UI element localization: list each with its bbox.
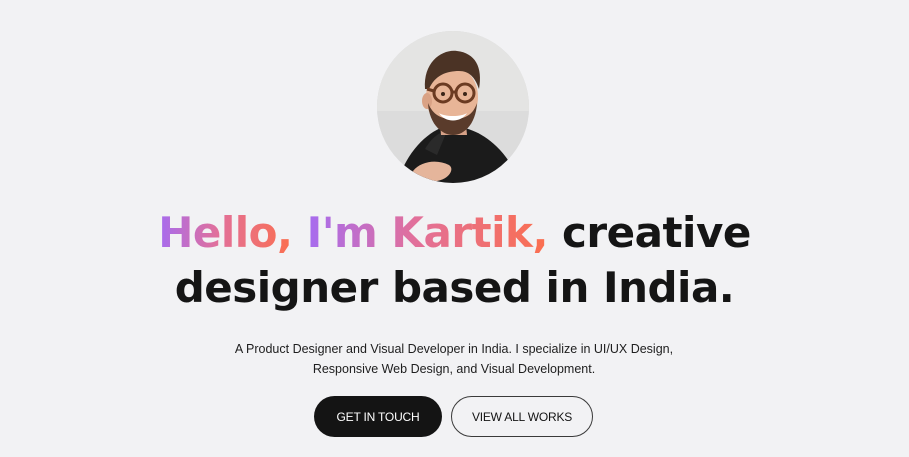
get-in-touch-button[interactable]: GET IN TOUCH <box>314 396 442 437</box>
headline-name: I'm Kartik, <box>306 208 549 257</box>
intro-line-2: Responsive Web Design, and Visual Develo… <box>312 362 596 376</box>
headline-line-2: designer based in India. <box>174 263 735 312</box>
hero-headline: Hello, I'm Kartik, creative designer bas… <box>0 205 909 315</box>
intro-line-1: A Product Designer and Visual Developer … <box>234 342 674 356</box>
intro-text: A Product Designer and Visual Developer … <box>204 339 704 379</box>
headline-greeting: Hello, <box>158 208 293 257</box>
view-all-works-button[interactable]: VIEW ALL WORKS <box>451 396 593 437</box>
avatar <box>377 31 529 183</box>
hero-section: Hello, I'm Kartik, creative designer bas… <box>0 0 909 457</box>
headline-rest: creative <box>562 208 751 257</box>
portrait-photo <box>377 31 529 183</box>
